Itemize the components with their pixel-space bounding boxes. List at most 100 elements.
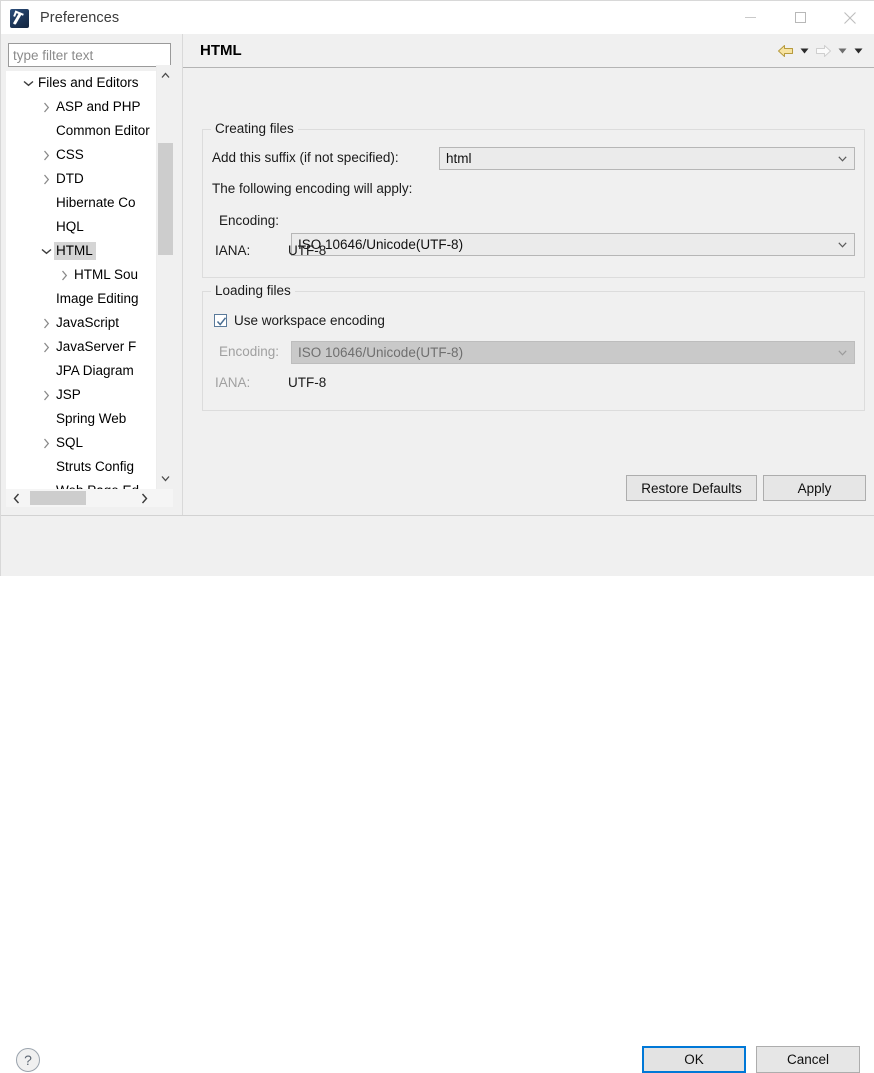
tree-item[interactable]: JavaServer F	[6, 335, 173, 359]
iana-row: IANA: UTF-8	[215, 243, 326, 258]
tree-item[interactable]: Hibernate Co	[6, 191, 173, 215]
tree-item-label: Hibernate Co	[56, 195, 136, 210]
tree-item[interactable]: Image Editing	[6, 287, 173, 311]
chevron-down-icon[interactable]	[20, 71, 36, 95]
suffix-label: Add this suffix (if not specified):	[212, 150, 399, 165]
forward-arrow-icon	[812, 40, 834, 62]
tree-item-label: JSP	[56, 387, 81, 402]
header-separator	[183, 67, 874, 68]
suffix-combo[interactable]: html	[439, 147, 855, 170]
scroll-left-icon[interactable]	[8, 489, 25, 507]
page-header: HTML	[183, 34, 874, 68]
tree-horizontal-scrollbar[interactable]	[6, 489, 173, 507]
tree-item[interactable]: CSS	[6, 143, 173, 167]
tree-item[interactable]: Files and Editors	[6, 71, 173, 95]
chevron-right-icon[interactable]	[56, 263, 72, 287]
suffix-row: Add this suffix (if not specified):	[212, 150, 399, 165]
encoding-note: The following encoding will apply:	[212, 181, 413, 196]
loading-files-group: Loading files Use workspace encoding Enc…	[202, 283, 865, 411]
window-title: Preferences	[40, 9, 120, 26]
chevron-right-icon[interactable]	[38, 95, 54, 119]
ok-button[interactable]: OK	[642, 1046, 746, 1073]
chevron-down-icon[interactable]	[38, 239, 54, 263]
tree-item[interactable]: ASP and PHP	[6, 95, 173, 119]
view-menu-icon[interactable]	[850, 40, 866, 62]
maximize-icon[interactable]	[775, 1, 825, 34]
tree-item-label: CSS	[56, 147, 84, 162]
loading-encoding-combo-value: ISO 10646/Unicode(UTF-8)	[298, 345, 464, 360]
eclipse-preferences-icon	[10, 8, 29, 28]
loading-iana-row: IANA: UTF-8	[215, 375, 326, 390]
use-workspace-encoding-label: Use workspace encoding	[234, 313, 385, 328]
use-workspace-encoding-checkbox[interactable]: Use workspace encoding	[214, 313, 385, 328]
tree-item[interactable]: JPA Diagram	[6, 359, 173, 383]
chevron-right-icon[interactable]	[38, 143, 54, 167]
tree-item-label: Image Editing	[56, 291, 139, 306]
preference-page: HTML Creating files Add this suffix (if …	[183, 34, 874, 515]
encoding-label-row: Encoding:	[219, 213, 279, 228]
loading-encoding-label-row: Encoding:	[219, 344, 279, 359]
tree-item-label: DTD	[56, 171, 84, 186]
tree-item[interactable]: JSP	[6, 383, 173, 407]
loading-files-group-label: Loading files	[211, 283, 295, 298]
tree-item-label: HTML Sou	[74, 267, 139, 282]
creating-files-group-label: Creating files	[211, 121, 298, 136]
suffix-combo-value: html	[446, 151, 472, 166]
chevron-right-icon[interactable]	[38, 311, 54, 335]
chevron-right-icon[interactable]	[38, 383, 54, 407]
help-icon[interactable]: ?	[16, 1048, 40, 1072]
cancel-button[interactable]: Cancel	[756, 1046, 860, 1073]
loading-iana-label: IANA:	[215, 375, 251, 390]
tree-item[interactable]: HQL	[6, 215, 173, 239]
tree-item-label: HTML	[54, 242, 96, 260]
iana-label: IANA:	[215, 243, 251, 258]
checkbox-box	[214, 314, 227, 327]
tree-item-label: SQL	[56, 435, 84, 450]
search-input-placeholder: type filter text	[13, 47, 94, 63]
chevron-right-icon[interactable]	[38, 431, 54, 455]
chevron-right-icon[interactable]	[38, 167, 54, 191]
tree-item-label: JavaScript	[56, 315, 120, 330]
tree-item-label: JavaServer F	[56, 339, 137, 354]
chevron-down-icon	[838, 234, 847, 255]
page-title: HTML	[200, 42, 242, 59]
tree-vertical-scrollbar[interactable]	[156, 65, 173, 489]
tree-item[interactable]: Struts Config	[6, 455, 173, 479]
tree-item[interactable]: JavaScript	[6, 311, 173, 335]
tree-scrollbar-thumb[interactable]	[158, 143, 173, 255]
encoding-combo[interactable]: ISO 10646/Unicode(UTF-8)	[291, 233, 855, 256]
tree-item[interactable]: DTD	[6, 167, 173, 191]
close-icon[interactable]	[825, 1, 874, 34]
encoding-note-row: The following encoding will apply:	[212, 181, 412, 196]
tree-item-label: Files and Editors	[38, 75, 139, 90]
back-dropdown-icon[interactable]	[796, 40, 812, 62]
restore-defaults-button[interactable]: Restore Defaults	[626, 475, 757, 501]
tree-item[interactable]: Spring Web	[6, 407, 173, 431]
back-arrow-icon[interactable]	[774, 40, 796, 62]
tree-item-label: HQL	[56, 219, 84, 234]
chevron-down-icon	[838, 342, 847, 363]
dialog-footer: ? OK Cancel	[1, 516, 874, 1073]
search-input[interactable]: type filter text	[8, 43, 171, 67]
scroll-right-icon[interactable]	[136, 489, 153, 507]
scroll-up-icon[interactable]	[157, 67, 174, 84]
tree-item-label: JPA Diagram	[56, 363, 134, 378]
tree-item-label: Common Editor	[56, 123, 150, 138]
chevron-right-icon[interactable]	[38, 335, 54, 359]
preferences-dialog: Preferences type filter text Files and E…	[0, 0, 874, 1073]
iana-value: UTF-8	[288, 243, 327, 258]
apply-button[interactable]: Apply	[763, 475, 866, 501]
window-controls	[725, 1, 874, 34]
encoding-label: Encoding:	[219, 213, 280, 228]
tree-item[interactable]: HTML	[6, 239, 173, 263]
tree-item-label: Struts Config	[56, 459, 135, 474]
tree-item[interactable]: Common Editor	[6, 119, 173, 143]
forward-dropdown-icon[interactable]	[834, 40, 850, 62]
tree-item[interactable]: HTML Sou	[6, 263, 173, 287]
loading-iana-value: UTF-8	[288, 375, 327, 390]
tree-hscrollbar-thumb[interactable]	[30, 491, 86, 505]
tree-item[interactable]: SQL	[6, 431, 173, 455]
preferences-tree[interactable]: Files and Editors ASP and PHP Common Edito…	[6, 71, 173, 491]
minimize-icon[interactable]	[725, 1, 775, 34]
scroll-down-icon[interactable]	[157, 470, 174, 487]
